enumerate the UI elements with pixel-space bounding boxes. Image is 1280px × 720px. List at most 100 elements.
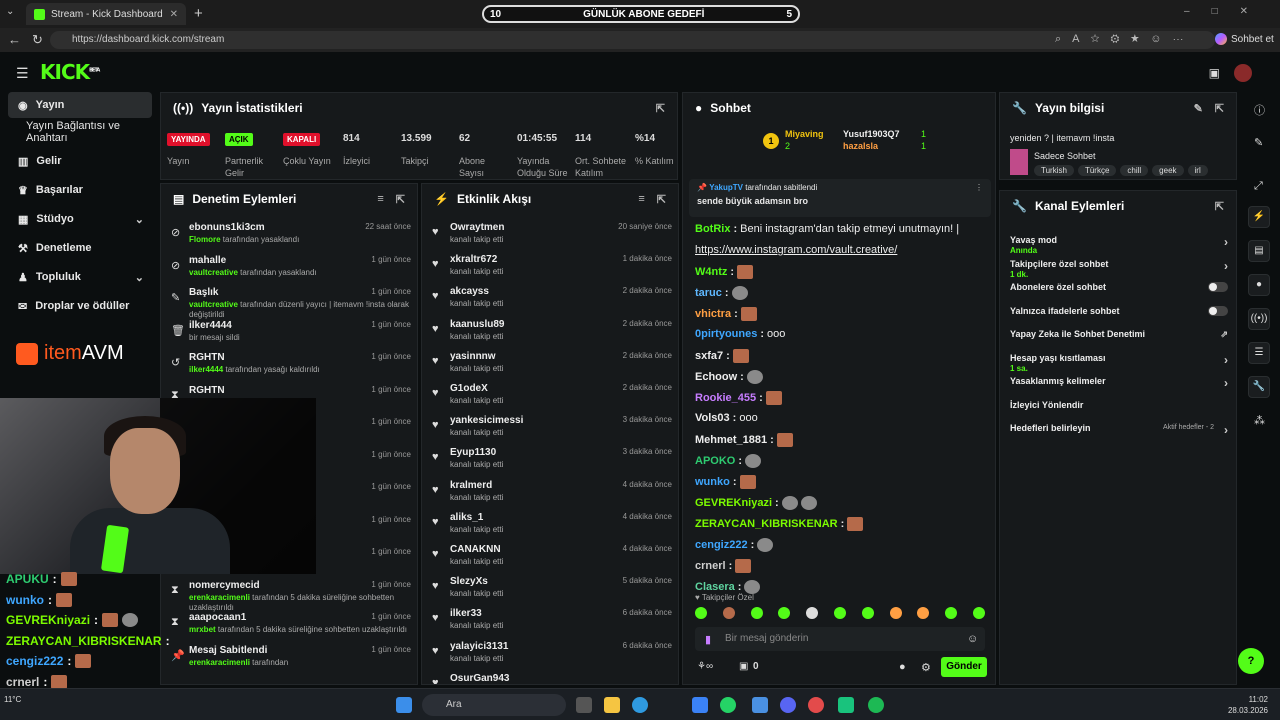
chat-username[interactable]: 0pirtyounes <box>695 328 757 340</box>
chat-username[interactable]: sxfa7 <box>695 350 723 362</box>
channel-setting[interactable]: Yalnızca ifadelerle sohbet <box>1010 305 1228 316</box>
back-icon[interactable]: ← <box>8 32 21 47</box>
taskbar-search[interactable]: Ara <box>422 694 566 716</box>
chat-username[interactable]: Clasera <box>695 581 735 593</box>
popout-icon[interactable]: ⇱ <box>1215 102 1224 115</box>
sidebar-item-stream-key[interactable]: Yayın Bağlantısı ve Anahtarı <box>8 119 158 145</box>
pencil-icon[interactable]: ✎ <box>1254 136 1263 149</box>
chat-input[interactable]: Bir mesaj gönderin <box>695 627 985 651</box>
emote-icon[interactable] <box>917 607 930 619</box>
emote-icon[interactable] <box>778 607 791 619</box>
emote-icon[interactable] <box>833 607 846 619</box>
chat-username[interactable]: GEVREKniyazi <box>695 497 772 509</box>
chat-username[interactable]: W4ntz <box>695 266 727 278</box>
sidebar-item-droplar[interactable]: ✉ Droplar ve ödüller <box>8 293 152 319</box>
chat-username[interactable]: BotRix <box>695 223 730 235</box>
lightning-icon[interactable]: ⚡ <box>1248 206 1270 228</box>
sidebar-item-topluluk[interactable]: ♟ Topluluk ⌄ <box>8 264 152 290</box>
popout-icon[interactable]: ⇱ <box>656 102 665 115</box>
chat-username[interactable]: Mehmet_1881 <box>695 434 767 446</box>
gift-icon[interactable]: ▣ <box>739 661 748 672</box>
chat-username[interactable]: cengiz222 <box>695 539 748 551</box>
emote-bar[interactable] <box>695 607 985 619</box>
apps-icon[interactable]: ⁂ <box>1254 414 1265 427</box>
sidebar-item-denetleme[interactable]: ⚒ Denetleme <box>8 235 152 261</box>
popout-icon[interactable]: ⇱ <box>1215 200 1224 213</box>
sidebar-item-gelir[interactable]: ▥ Gelir <box>8 148 152 174</box>
chat-username[interactable]: APOKO <box>695 455 735 467</box>
app-icon[interactable] <box>838 697 854 713</box>
emote-icon[interactable] <box>972 607 985 619</box>
chat-username[interactable]: vhictra <box>695 308 731 320</box>
filter-icon[interactable]: ≡ <box>638 193 644 206</box>
toggle-switch[interactable] <box>1208 305 1228 316</box>
edge-icon[interactable] <box>632 697 648 713</box>
emote-icon[interactable] <box>806 607 819 619</box>
spotify-icon[interactable] <box>868 697 884 713</box>
app-icon[interactable] <box>692 697 708 713</box>
discord-icon[interactable] <box>780 697 796 713</box>
obs-icon[interactable] <box>808 697 824 713</box>
url-field[interactable]: https://dashboard.kick.com/stream <box>50 31 1215 49</box>
sidebar-item-studyo[interactable]: ▦ Stüdyo ⌄ <box>8 206 152 232</box>
emote-icon[interactable] <box>945 607 958 619</box>
chat-username[interactable]: Rookie_455 <box>695 392 756 404</box>
chat-username[interactable]: crnerl <box>695 560 726 572</box>
menu-icon[interactable]: ☰ <box>16 65 29 82</box>
wrench-icon[interactable]: 🔧 <box>1248 376 1270 398</box>
info-icon[interactable]: ⓘ <box>1254 102 1265 118</box>
channel-setting[interactable]: Hesap yaşı kısıtlaması 1 sa. › <box>1010 353 1228 373</box>
sidebar-item-basarilar[interactable]: ♛ Başarılar <box>8 177 152 203</box>
emote-icon[interactable] <box>722 607 735 619</box>
edit-icon[interactable]: ✎ <box>1194 102 1203 115</box>
emote-icon[interactable] <box>750 607 763 619</box>
window-controls[interactable]: –□✕ <box>1184 6 1270 17</box>
channel-setting[interactable]: Takipçilere özel sohbet 1 dk. › <box>1010 259 1228 279</box>
more-icon[interactable]: ⋮ <box>975 183 983 192</box>
taskbar-clock[interactable]: 11:02 28.03.2026 <box>1228 694 1268 716</box>
emoji-picker-icon[interactable]: ☺ <box>967 633 978 645</box>
copilot-button[interactable]: Sohbet et <box>1215 33 1274 45</box>
channel-setting[interactable]: Yasaklanmış kelimeler › <box>1010 376 1228 390</box>
app-icon[interactable] <box>752 697 768 713</box>
whatsapp-icon[interactable] <box>720 697 736 713</box>
document-icon[interactable]: ▤ <box>1248 240 1270 262</box>
chat-username[interactable]: Vols03 <box>695 412 730 424</box>
pinned-message[interactable]: 📌 YakupTV tarafından sabitlendi ⋮ sende b… <box>689 179 991 217</box>
chat-username[interactable]: Echoow <box>695 371 737 383</box>
channel-setting[interactable]: Yavaş mod Anında › <box>1010 235 1228 255</box>
chat-username[interactable]: wunko <box>695 476 730 488</box>
channel-setting[interactable]: Hedefleri belirleyin Aktif hedefler - 2 › <box>1010 423 1228 437</box>
chat-username[interactable]: taruc <box>695 287 722 299</box>
channel-setting[interactable]: İzleyici Yönlendir <box>1010 400 1228 410</box>
broadcast-icon[interactable]: ((•)) <box>1248 308 1270 330</box>
wallet-icon[interactable]: ▣ <box>1209 66 1220 80</box>
chat-bubble-icon[interactable]: ● <box>899 661 906 673</box>
channel-setting[interactable]: Yapay Zeka ile Sohbet Denetimi ⇗ <box>1010 329 1228 339</box>
windows-start-icon[interactable] <box>396 697 412 713</box>
new-tab-icon[interactable]: + <box>194 5 203 22</box>
emote-icon[interactable] <box>889 607 902 619</box>
popout-icon[interactable]: ⇱ <box>657 193 666 206</box>
filter-icon[interactable]: ≡ <box>377 193 383 206</box>
emote-icon[interactable] <box>695 607 707 619</box>
tab-menu-icon[interactable]: ⌄ <box>6 6 14 17</box>
close-tab-icon[interactable]: ✕ <box>170 9 178 20</box>
kick-logo[interactable]: KICKBETA <box>40 60 100 84</box>
browser-tab[interactable]: Stream - Kick Dashboard ✕ <box>26 3 186 25</box>
layers-icon[interactable]: ☰ <box>1248 342 1270 364</box>
toggle-switch[interactable] <box>1208 282 1228 292</box>
user-avatar[interactable] <box>1234 64 1252 82</box>
popout-icon[interactable]: ⇱ <box>396 193 405 206</box>
file-explorer-icon[interactable] <box>604 697 620 713</box>
sidebar-item-yayin[interactable]: ◉ Yayın <box>8 92 152 118</box>
chat-username[interactable]: ZERAYCAN_KIBRISKENAR <box>695 518 838 530</box>
send-button[interactable]: Gönder <box>941 657 987 677</box>
points-icon[interactable]: ⚘∞ <box>697 661 713 672</box>
emote-icon[interactable] <box>861 607 874 619</box>
reload-icon[interactable]: ↻ <box>32 32 43 48</box>
channel-setting[interactable]: Abonelere özel sohbet <box>1010 282 1228 292</box>
help-button[interactable]: ? <box>1238 648 1264 674</box>
task-view-icon[interactable] <box>576 697 592 713</box>
settings-icon[interactable]: ⚙ <box>921 661 931 674</box>
